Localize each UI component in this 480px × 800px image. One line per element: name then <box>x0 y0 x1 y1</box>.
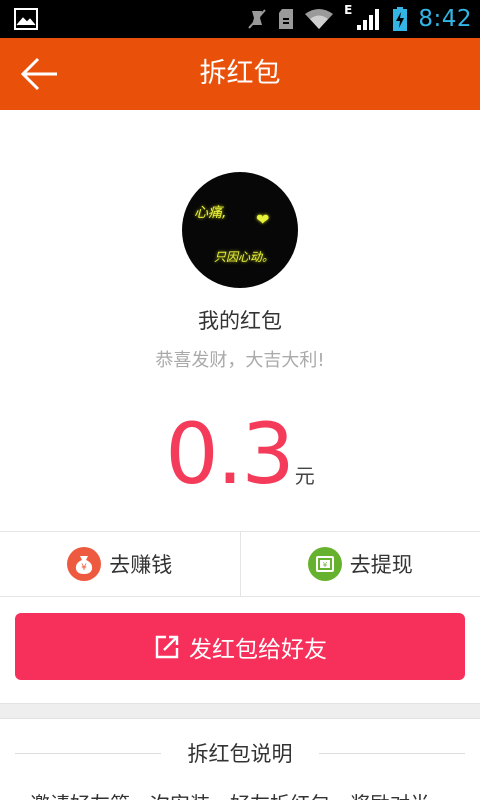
battery-charging-icon <box>393 7 408 31</box>
title-bar: 拆红包 <box>0 38 480 110</box>
avatar-heart: ❤ <box>256 210 270 229</box>
earn-money-label: 去赚钱 <box>109 553 173 577</box>
status-bar: E 8:42 <box>0 0 480 38</box>
explain-text: 邀请好友第一次安装，好友拆红包，奖励对半 <box>30 788 470 800</box>
red-packet-subtitle: 恭喜发财，大吉大利! <box>155 350 325 371</box>
earn-money-button[interactable]: ¥ 去赚钱 <box>0 532 240 596</box>
withdraw-label: 去提现 <box>349 553 413 577</box>
section-divider <box>0 703 480 719</box>
red-packet-title: 我的红包 <box>198 309 282 333</box>
explain-header: 拆红包说明 <box>0 720 480 786</box>
avatar-text-line2: 只因心动。 <box>214 250 275 264</box>
gallery-icon <box>14 8 38 30</box>
clock: 8:42 <box>418 6 472 32</box>
amount-value: 0.3 <box>165 405 295 503</box>
explain-title: 拆红包说明 <box>187 742 293 766</box>
divider-line-right <box>319 753 465 754</box>
network-type: E <box>344 3 353 17</box>
avatar-text-line1: 心痛, <box>194 205 227 221</box>
status-icons: E 8:42 <box>246 0 472 38</box>
svg-text:¥: ¥ <box>81 563 87 573</box>
signal-icon <box>357 9 380 30</box>
divider-line-left <box>15 753 161 754</box>
avatar[interactable]: 心痛, ❤ 只因心动。 <box>182 172 298 288</box>
withdraw-button[interactable]: ¥ 去提现 <box>239 532 480 596</box>
send-red-packet-button[interactable]: 发红包给好友 <box>15 613 465 680</box>
svg-text:¥: ¥ <box>323 561 328 569</box>
page-title: 拆红包 <box>199 58 281 89</box>
action-row: ¥ 去赚钱 ¥ 去提现 <box>0 531 480 597</box>
send-red-packet-label: 发红包给好友 <box>189 636 327 663</box>
mute-icon <box>248 9 266 29</box>
amount-unit: 元 <box>294 464 315 488</box>
withdraw-icon: ¥ <box>307 547 342 581</box>
sd-card-icon <box>279 9 294 29</box>
wifi-icon <box>305 9 334 29</box>
amount-display: 0.3 元 <box>0 405 480 503</box>
share-icon <box>155 635 179 658</box>
money-bag-icon: ¥ <box>67 547 102 581</box>
